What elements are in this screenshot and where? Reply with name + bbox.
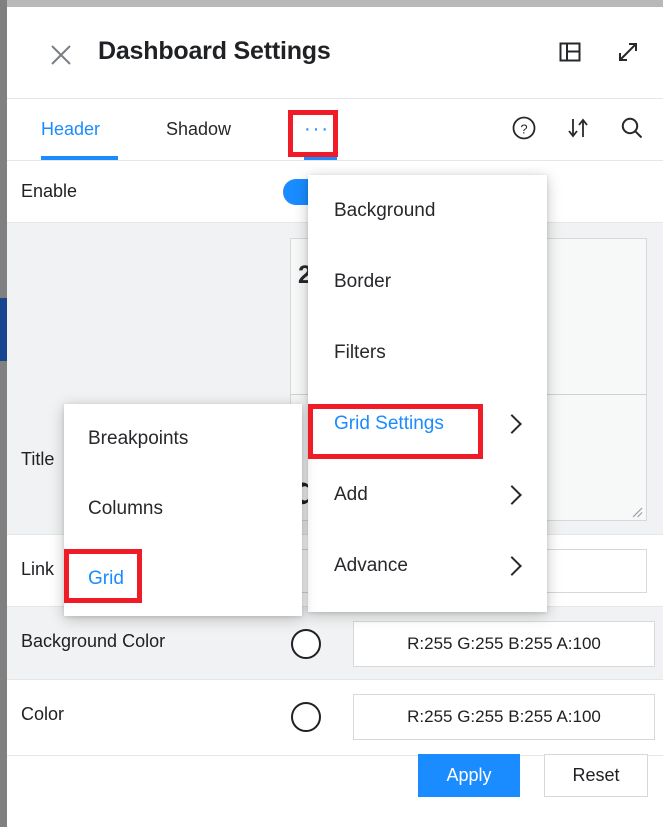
color-value[interactable]: R:255 G:255 B:255 A:100 [353, 694, 655, 740]
label-title: Title [21, 449, 55, 469]
menu-item-label: Filters [334, 341, 386, 363]
apply-button[interactable]: Apply [418, 754, 520, 797]
menu-item-label: Border [334, 270, 392, 292]
tab-shadow[interactable]: Shadow [166, 99, 231, 160]
color-swatch[interactable] [291, 702, 321, 732]
menu-item-filters[interactable]: Filters [308, 317, 547, 388]
chevron-right-icon [502, 555, 522, 576]
dialog-titlebar: Dashboard Settings [7, 7, 663, 99]
grid-settings-submenu: Breakpoints Columns Grid [64, 404, 302, 616]
settings-dialog: Dashboard Settings Header Shadow ··· ? E… [0, 0, 663, 827]
row-color: Color R:255 G:255 B:255 A:100 [7, 680, 663, 756]
textarea-resize-handle[interactable] [631, 505, 643, 518]
menu-item-label: Background [334, 199, 436, 221]
help-icon[interactable]: ? [511, 115, 537, 141]
menu-item-advance[interactable]: Advance [308, 530, 547, 601]
titlebar-actions [557, 39, 641, 65]
menu-item-add[interactable]: Add [308, 459, 547, 530]
page-title: Dashboard Settings [98, 37, 331, 65]
menu-item-label: Add [334, 483, 368, 505]
window-top-edge [0, 0, 663, 7]
vertical-scrollbar-thumb[interactable] [0, 298, 7, 361]
background-color-value[interactable]: R:255 G:255 B:255 A:100 [353, 621, 655, 667]
tab-active-indicator-header [41, 156, 118, 160]
tab-header[interactable]: Header [41, 99, 100, 160]
tabbar-actions: ? [511, 115, 645, 141]
label-link: Link [21, 559, 55, 579]
submenu-item-label: Grid [88, 568, 124, 589]
submenu-item-grid[interactable]: Grid [64, 544, 302, 614]
submenu-item-label: Breakpoints [88, 428, 189, 449]
search-icon[interactable] [619, 115, 645, 141]
panel-layout-icon[interactable] [557, 39, 583, 65]
close-icon[interactable] [48, 42, 74, 68]
background-color-swatch[interactable] [291, 629, 321, 659]
label-background-color: Background Color [21, 631, 166, 651]
menu-item-grid-settings[interactable]: Grid Settings [308, 388, 547, 459]
chevron-right-icon [502, 413, 522, 434]
window-left-gutter [0, 0, 7, 827]
label-color: Color [21, 704, 65, 724]
chevron-right-icon [502, 484, 522, 505]
tab-more-options[interactable]: ··· [304, 99, 330, 160]
submenu-item-breakpoints[interactable]: Breakpoints [64, 404, 302, 474]
submenu-item-label: Columns [88, 498, 163, 519]
dialog-actions: Apply Reset [418, 754, 648, 797]
submenu-item-columns[interactable]: Columns [64, 474, 302, 544]
menu-item-label: Advance [334, 554, 408, 576]
reset-button[interactable]: Reset [544, 754, 648, 797]
label-enable: Enable [21, 181, 78, 201]
menu-item-label: Grid Settings [334, 412, 444, 434]
expand-arrows-icon[interactable] [615, 39, 641, 65]
tab-bar: Header Shadow ··· ? [7, 99, 663, 161]
tab-active-indicator-more [304, 156, 337, 160]
sort-icon[interactable] [565, 115, 591, 141]
more-options-menu: Background Border Filters Grid Settings … [308, 175, 547, 612]
row-background-color: Background Color R:255 G:255 B:255 A:100 [7, 607, 663, 680]
svg-text:?: ? [520, 122, 527, 137]
menu-item-border[interactable]: Border [308, 246, 547, 317]
menu-item-background[interactable]: Background [308, 175, 547, 246]
